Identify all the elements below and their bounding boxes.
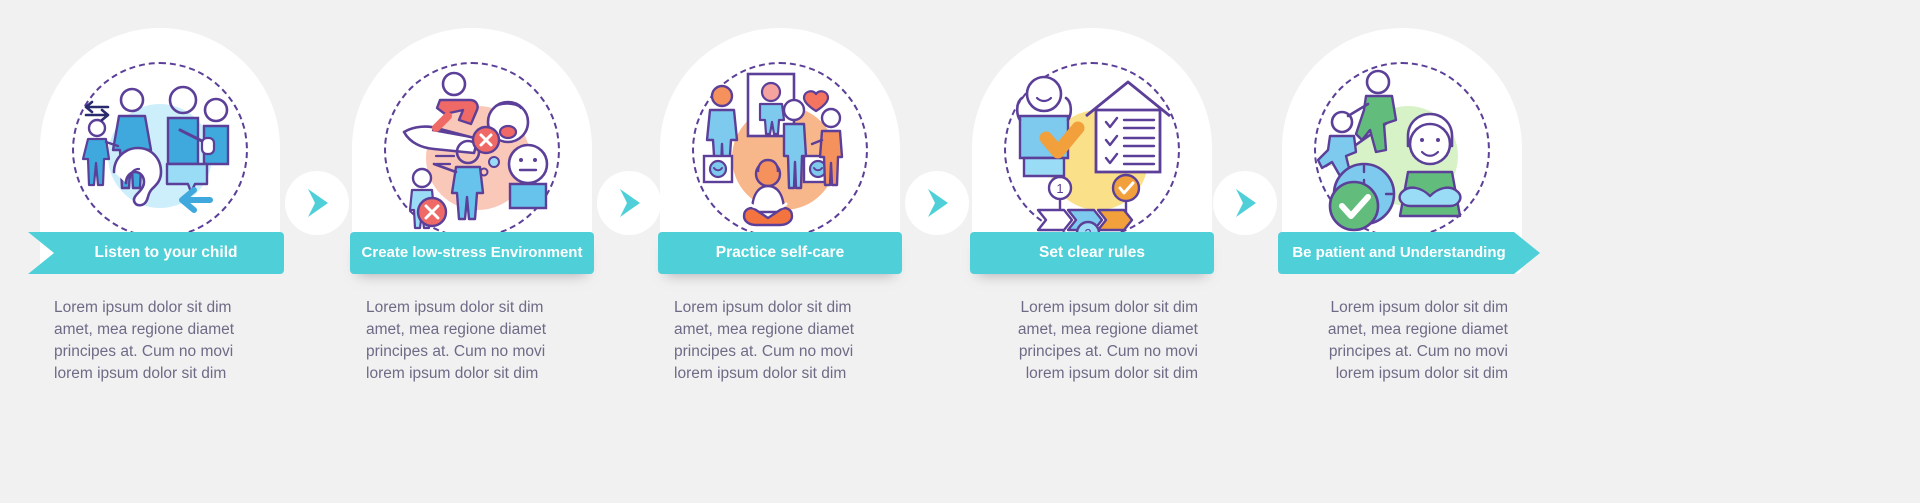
be-patient-understanding-icon [1314, 62, 1490, 238]
practice-self-care-icon [692, 62, 868, 238]
step-5-label: Be patient and Understanding [1292, 243, 1506, 261]
step-card-3[interactable]: Practice self-care Lorem ipsum dolor sit… [630, 0, 930, 503]
step-3-label: Practice self-care [715, 244, 845, 262]
step-1-banner[interactable]: Listen to your child [28, 232, 284, 274]
step-3-body: Lorem ipsum dolor sit dim amet, mea regi… [674, 299, 855, 382]
low-stress-environment-icon [384, 62, 560, 238]
step-4-banner[interactable]: Set clear rules [970, 232, 1214, 274]
step-4-label: Set clear rules [1039, 244, 1145, 262]
step-1-body: Lorem ipsum dolor sit dim amet, mea regi… [54, 299, 235, 382]
step-card-4[interactable]: 1 2 Set clear rules Lorem ipsum dolor si… [942, 0, 1242, 503]
listen-to-child-icon [72, 62, 248, 238]
step-card-1[interactable]: Listen to your child Lorem ipsum dolor s… [10, 0, 310, 503]
step-1-label: Listen to your child [94, 244, 238, 262]
step-2-label: Create low-stress Environment [361, 243, 583, 261]
step-3-banner[interactable]: Practice self-care [658, 232, 902, 274]
step-4-body: Lorem ipsum dolor sit dim amet, mea regi… [1017, 299, 1198, 382]
set-clear-rules-icon: 1 2 [1004, 62, 1180, 240]
infographic-board: Listen to your child Lorem ipsum dolor s… [0, 0, 1920, 503]
step-card-2[interactable]: Create low-stress Environment Lorem ipsu… [322, 0, 622, 503]
step-5-banner[interactable]: Be patient and Understanding [1278, 232, 1540, 274]
step-card-5[interactable]: Be patient and Understanding Lorem ipsum… [1252, 0, 1552, 503]
step-2-body: Lorem ipsum dolor sit dim amet, mea regi… [366, 299, 547, 382]
svg-text:1: 1 [1056, 181, 1063, 196]
step-5-body: Lorem ipsum dolor sit dim amet, mea regi… [1327, 299, 1508, 382]
step-2-banner[interactable]: Create low-stress Environment [350, 232, 594, 274]
